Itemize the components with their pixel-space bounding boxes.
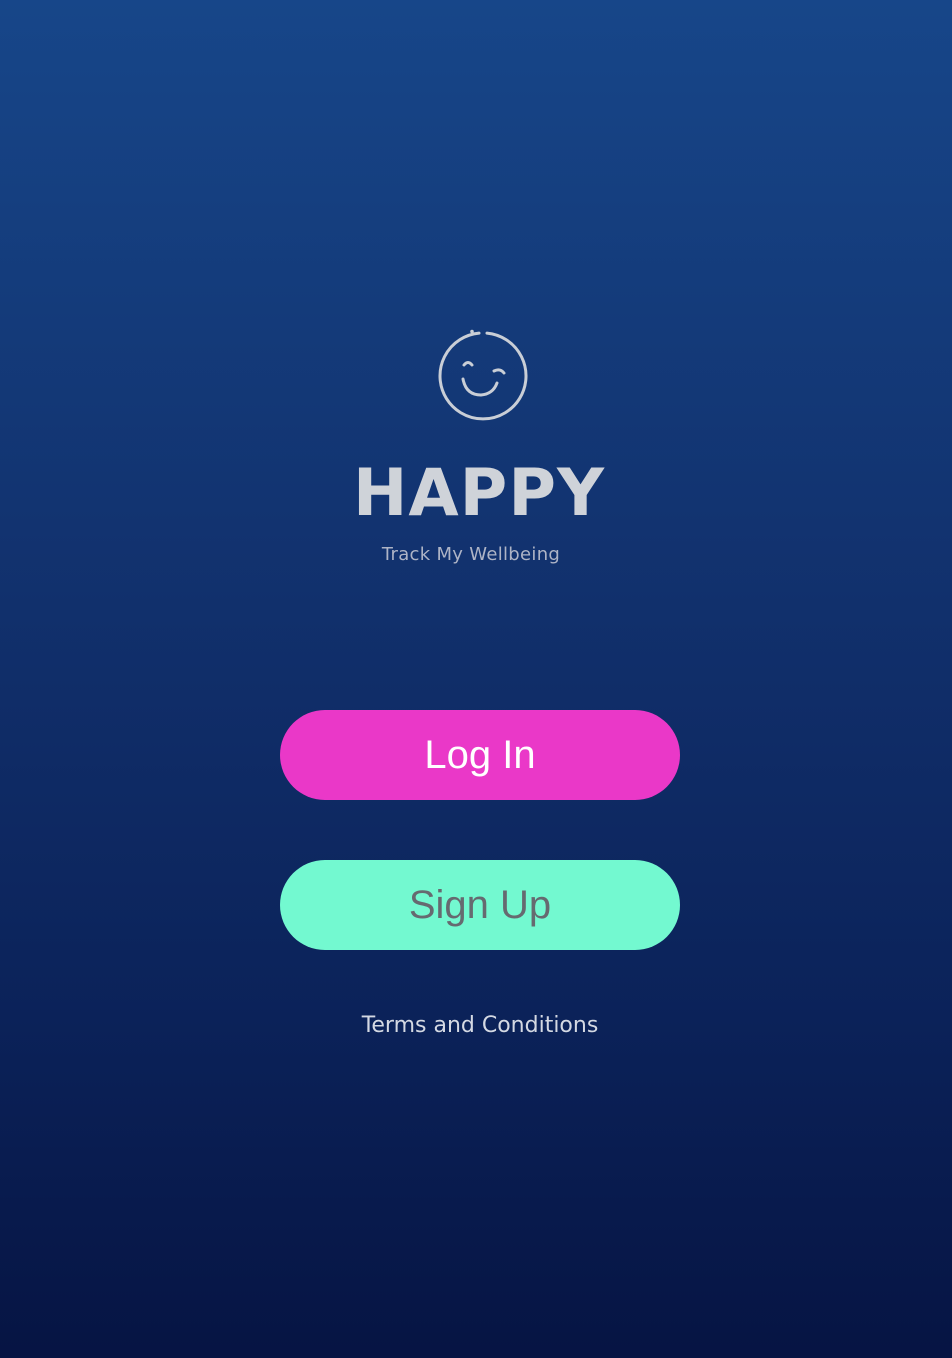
app-tagline: Track My Wellbeing <box>381 544 561 565</box>
welcome-screen: HAPPY Track My Wellbeing Log In Sign Up … <box>0 0 952 1358</box>
signup-button[interactable]: Sign Up <box>280 860 680 950</box>
app-title: HAPPY <box>352 456 606 531</box>
winking-smiley-icon <box>436 329 530 423</box>
terms-and-conditions-link[interactable]: Terms and Conditions <box>0 1010 952 1042</box>
login-button[interactable]: Log In <box>280 710 680 800</box>
